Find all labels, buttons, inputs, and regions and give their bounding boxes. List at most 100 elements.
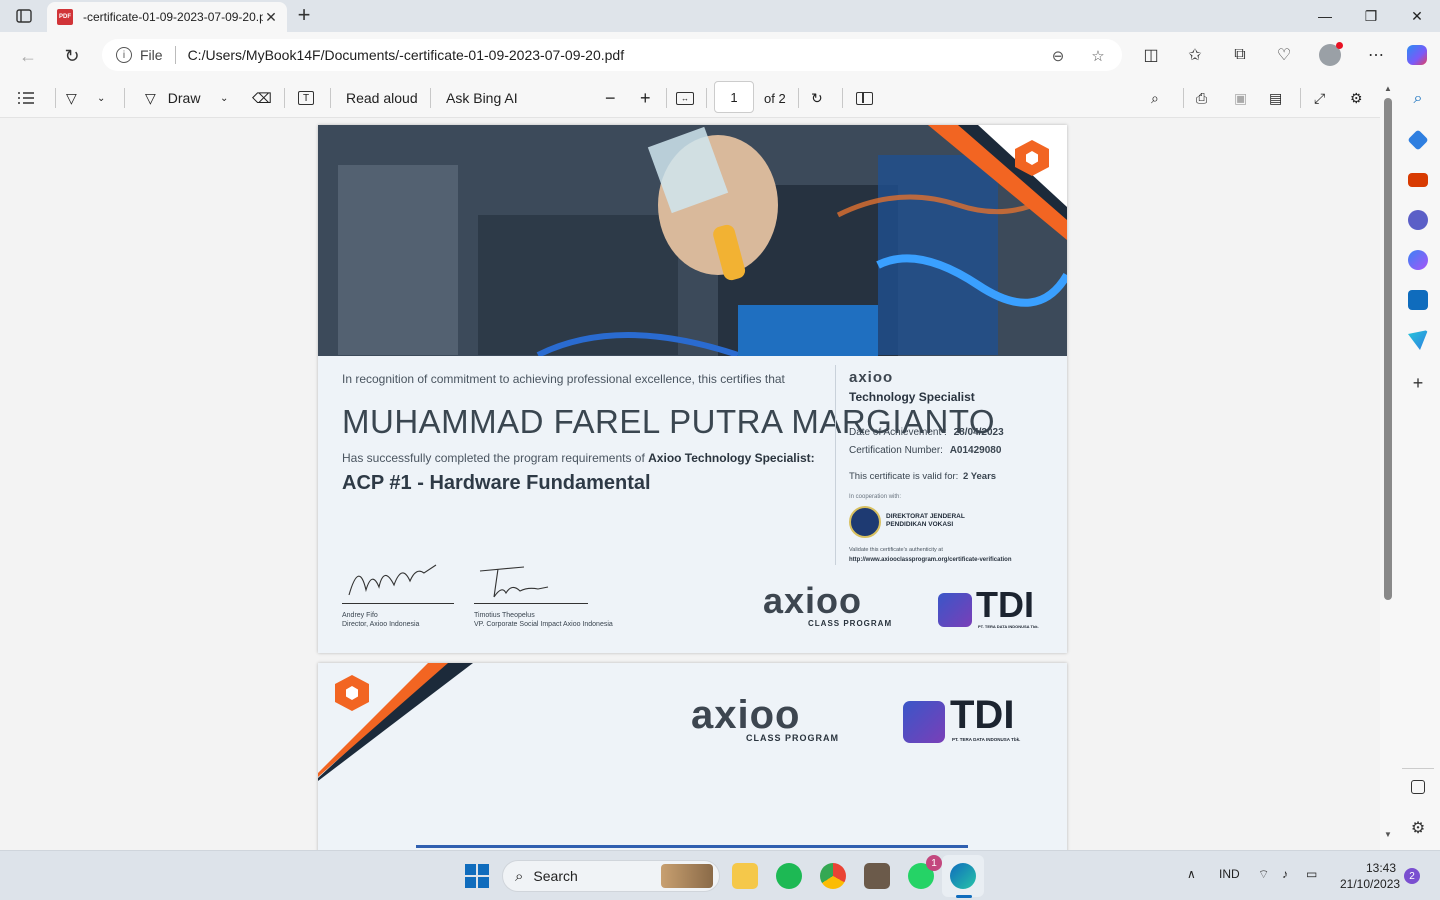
tdi-logo-mark (938, 593, 972, 627)
toolbar-divider (330, 88, 331, 108)
highlight-chevron-icon[interactable]: ⌄ (97, 86, 105, 110)
sidebar-office-icon[interactable] (1408, 250, 1428, 270)
battery-icon[interactable]: ▭ (1306, 867, 1317, 881)
course-title: ACP #1 - Hardware Fundamental (342, 472, 651, 494)
profile-avatar[interactable] (1318, 42, 1343, 67)
new-tab-button[interactable]: + (292, 4, 316, 28)
taskbar-search-icon: ⌕ (515, 867, 524, 885)
read-aloud-button[interactable]: Read aloud (346, 86, 418, 110)
volume-icon[interactable]: ♪ (1282, 867, 1288, 881)
split-screen-icon[interactable]: ◫ (1139, 43, 1163, 67)
draw-button[interactable]: ▽ Draw (145, 86, 200, 110)
taskbar-search[interactable]: ⌕ Search (502, 860, 720, 892)
validate-url[interactable]: http://www.axiooclassprogram.org/certifi… (849, 557, 1011, 563)
tab-actions-icon (16, 9, 32, 23)
copilot-icon[interactable] (1405, 43, 1429, 67)
sidebar-tools-icon[interactable] (1408, 173, 1428, 187)
app-icon[interactable] (864, 863, 890, 889)
sidebar-hide-icon[interactable] (1411, 780, 1425, 794)
zoom-out-button[interactable]: − (605, 86, 616, 110)
zoom-out-icon[interactable]: ⊖ (1048, 46, 1068, 66)
tray-overflow-icon[interactable]: ∧ (1187, 867, 1196, 881)
date-value: 28/04/2023 (953, 427, 1004, 438)
restore-button[interactable]: ❐ (1348, 0, 1394, 32)
signer-2: Timotius Theopelus VP. Corporate Social … (474, 611, 613, 629)
browser-tab[interactable]: PDF -certificate-01-09-2023-07-09-20.pdf… (47, 2, 287, 32)
contents-icon[interactable] (16, 86, 36, 110)
edge-active-indicator (956, 895, 972, 898)
signer-2-name: Timotius Theopelus (474, 612, 535, 619)
start-button[interactable] (464, 863, 490, 889)
column-divider (835, 365, 836, 565)
whatsapp-icon[interactable]: 1 (908, 855, 942, 889)
edge-taskbar-icon[interactable] (950, 863, 976, 889)
close-tab-icon[interactable]: ✕ (263, 9, 279, 26)
file-explorer-icon[interactable] (732, 863, 758, 889)
favorite-star-icon[interactable]: ☆ (1088, 46, 1108, 66)
browser-essentials-icon[interactable]: ♡ (1272, 43, 1296, 67)
title-bar: PDF -certificate-01-09-2023-07-09-20.pdf… (0, 0, 1440, 32)
date-label: Date of Achievement : (849, 427, 947, 438)
wifi-icon[interactable]: ⌔ (1258, 867, 1269, 882)
page-view-icon[interactable] (856, 86, 873, 110)
refresh-button[interactable]: ↻ (58, 42, 86, 70)
sidebar-games-icon[interactable] (1408, 210, 1428, 230)
sidebar-shopping-icon[interactable] (1407, 129, 1429, 151)
fit-width-icon[interactable]: ↔ (676, 86, 694, 110)
language-indicator[interactable]: IND (1219, 867, 1240, 881)
highlight-icon[interactable]: ▽ (66, 86, 77, 110)
sidebar-settings-icon[interactable]: ⚙ (1408, 818, 1428, 838)
page-number-input[interactable]: 1 (714, 81, 754, 113)
chrome-icon[interactable] (820, 863, 846, 889)
address-divider (174, 46, 176, 64)
pdf-toolbar: ▽ ⌄ ▽ Draw ⌄ ⌫ T Read aloud Ask Bing AI … (0, 78, 1380, 118)
pdf-settings-icon[interactable]: ⚙ (1350, 86, 1363, 110)
save-icon[interactable]: ▣ (1234, 86, 1247, 110)
zoom-in-button[interactable]: + (640, 86, 651, 110)
save-as-icon[interactable]: ▤ (1269, 86, 1282, 110)
rotate-icon[interactable]: ↻ (811, 86, 823, 110)
text-box-icon[interactable]: T (298, 86, 314, 110)
signer-1-title: Director, Axioo Indonesia (342, 621, 420, 628)
clock-date: 21/10/2023 (1340, 877, 1401, 891)
close-window-button[interactable]: ✕ (1394, 0, 1440, 32)
more-menu-icon[interactable]: ⋯ (1364, 43, 1388, 67)
tab-actions-button[interactable] (10, 6, 38, 26)
address-url[interactable]: C:/Users/MyBook14F/Documents/-certificat… (188, 47, 625, 63)
pdf-viewer[interactable]: In recognition of commitment to achievin… (0, 118, 1380, 850)
sidebar-send-icon[interactable] (1408, 330, 1428, 350)
find-icon[interactable]: ⌕ (1151, 86, 1159, 110)
collections-icon[interactable]: ⧉ (1228, 43, 1252, 67)
eraser-icon[interactable]: ⌫ (252, 86, 272, 110)
page2-bottom-rule (416, 845, 968, 848)
info-icon[interactable]: i (116, 47, 132, 63)
sidebar-outlook-icon[interactable] (1408, 290, 1428, 310)
sidebar-add-icon[interactable]: + (1408, 373, 1428, 393)
sidebar-search-icon[interactable]: ⌕ (1408, 90, 1428, 110)
scroll-down-icon[interactable]: ▼ (1384, 830, 1392, 839)
print-icon[interactable]: ⎙ (1196, 86, 1207, 110)
draw-chevron-icon[interactable]: ⌄ (220, 86, 228, 110)
fullscreen-icon[interactable]: ⤢ (1314, 86, 1325, 110)
toolbar-divider (430, 88, 431, 108)
toolbar-divider (1183, 88, 1184, 108)
back-button[interactable]: ← (14, 42, 42, 70)
scroll-up-icon[interactable]: ▲ (1384, 84, 1392, 93)
toolbar-divider (55, 88, 56, 108)
search-highlight-image (661, 864, 713, 888)
tdi-logo-2: TDI (950, 693, 1015, 737)
address-bar[interactable]: i File C:/Users/MyBook14F/Documents/-cer… (102, 39, 1122, 71)
clock[interactable]: 13:43 21/10/2023 (1340, 860, 1401, 892)
scroll-thumb[interactable] (1384, 98, 1392, 600)
minimize-button[interactable]: — (1302, 0, 1348, 32)
vertical-scrollbar[interactable]: ▲ ▼ (1380, 78, 1396, 850)
notification-badge[interactable]: 2 (1404, 868, 1420, 884)
ask-bing-button[interactable]: Ask Bing AI (446, 86, 518, 110)
favorites-icon[interactable]: ✩ (1183, 43, 1207, 67)
valid-row: This certificate is valid for: 2 Years (849, 471, 996, 482)
toolbar-divider (706, 88, 707, 108)
cert-number-value: A01429080 (949, 445, 1002, 456)
spotify-icon[interactable] (776, 863, 802, 889)
tab-title: -certificate-01-09-2023-07-09-20.pdf (83, 10, 263, 24)
partner-name: DIREKTORAT JENDERAL PENDIDIKAN VOKASI (886, 513, 965, 529)
